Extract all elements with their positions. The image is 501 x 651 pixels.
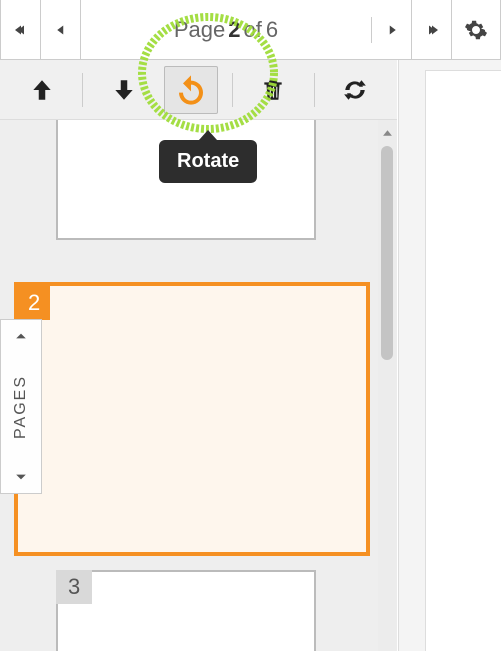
chevron-up-icon [15,330,27,342]
pages-side-tab[interactable]: PAGES [0,319,42,494]
rotate-tooltip: Rotate [159,140,257,183]
prev-page-button[interactable] [41,0,81,59]
page-indicator: Page 2 of 6 [81,17,372,43]
thumbnail-scrollbar[interactable] [378,120,397,651]
separator [314,73,315,107]
reload-button[interactable] [328,66,382,114]
move-down-button[interactable] [97,66,151,114]
page-actions-toolbar [0,60,397,120]
page-thumbnail-selected[interactable]: 2 [14,282,370,556]
page-mid: of [244,17,262,43]
page-pre: Page [174,17,225,43]
document-page [425,70,501,651]
settings-button[interactable] [452,0,500,59]
rotate-button[interactable] [164,66,218,114]
delete-button[interactable] [246,66,300,114]
pages-tab-label: PAGES [12,375,30,439]
first-page-button[interactable] [1,0,41,59]
document-viewer-edge [398,60,501,651]
page-number-badge: 2 [18,286,50,320]
last-page-button[interactable] [412,0,452,59]
page-number-badge: 3 [56,570,92,604]
scroll-up-icon [382,126,393,144]
next-page-button[interactable] [372,0,412,59]
scrollbar-thumb[interactable] [381,146,393,360]
move-up-button[interactable] [15,66,69,114]
thumbnail-panel: 2 3 [0,120,397,651]
separator [232,73,233,107]
chevron-down-icon [15,471,27,483]
page-current: 2 [225,17,243,43]
page-total: 6 [262,17,278,43]
page-thumbnail[interactable]: 3 [56,570,316,651]
pagination-bar: Page 2 of 6 [0,0,501,60]
separator [82,73,83,107]
